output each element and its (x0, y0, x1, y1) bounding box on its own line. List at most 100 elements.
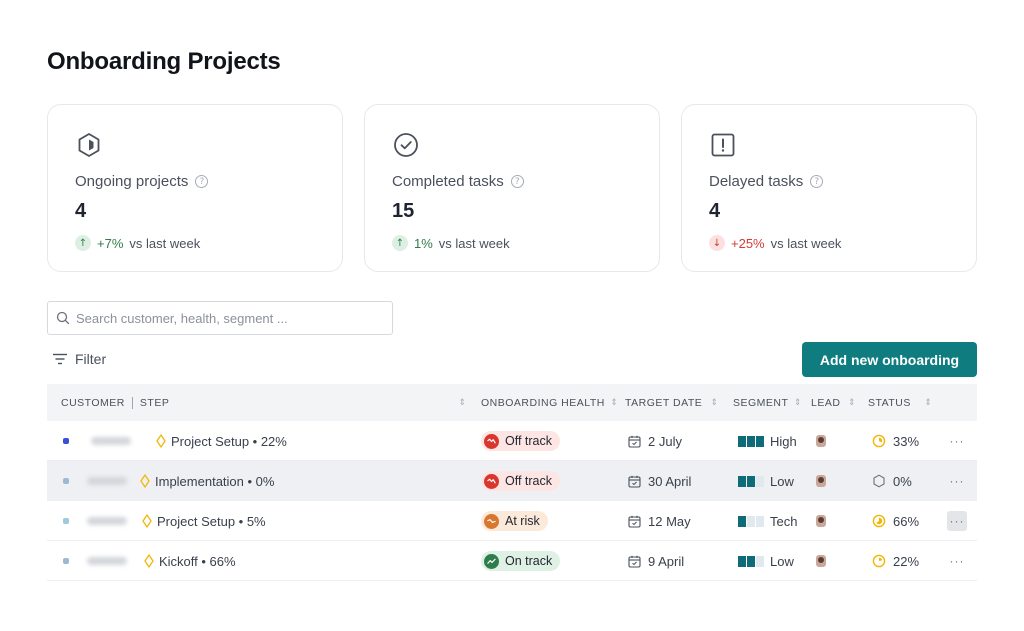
segment-bar (756, 476, 764, 487)
sort-icon[interactable]: ⇕ (848, 398, 855, 407)
segment-bar (747, 436, 755, 447)
customer-logo (63, 518, 69, 524)
delta-text: vs last week (129, 236, 200, 251)
card-value: 4 (709, 200, 949, 223)
card-label: Completed tasks (392, 173, 504, 190)
calendar-icon (628, 515, 641, 528)
trend-down-icon (484, 434, 499, 449)
segment-text: Low (770, 474, 794, 489)
filter-icon (53, 353, 67, 365)
status-text: 22% (893, 554, 919, 569)
step-text: Implementation • 0% (155, 474, 274, 489)
lead-avatar[interactable] (816, 475, 826, 487)
segment-indicator (738, 516, 764, 527)
more-options-icon[interactable]: ··· (947, 431, 967, 451)
help-icon[interactable]: ? (810, 175, 823, 188)
arrow-up-icon: ↑ (75, 235, 91, 251)
card-label: Delayed tasks (709, 173, 803, 190)
card-value: 15 (392, 200, 632, 223)
health-badge: At risk (481, 511, 548, 531)
health-badge: Off track (481, 431, 560, 451)
delta-text: vs last week (771, 236, 842, 251)
delta-percent: +25% (731, 236, 765, 251)
target-date: 30 April (648, 474, 691, 489)
segment-bar (738, 476, 746, 487)
sort-icon[interactable]: ⇕ (794, 398, 801, 407)
step-text: Project Setup • 5% (157, 514, 266, 529)
table-header: CUSTOMER STEP ⇕ ONBOARDING HEALTH ⇕ TARG… (47, 384, 977, 421)
step-text: Kickoff • 66% (159, 554, 236, 569)
sort-icon: ⇕ (459, 398, 466, 407)
help-icon[interactable]: ? (195, 175, 208, 188)
customer-name-redacted[interactable] (87, 517, 127, 525)
more-options-icon[interactable]: ··· (947, 511, 967, 531)
customer-name-redacted[interactable] (87, 557, 127, 565)
alert-square-icon (709, 131, 737, 159)
segment-bar (738, 516, 746, 527)
status-progress-icon (872, 554, 886, 568)
segment-indicator (738, 436, 764, 447)
status-empty-icon (872, 474, 886, 488)
search-box[interactable] (47, 301, 393, 335)
segment-bar (756, 556, 764, 567)
check-circle-icon (392, 131, 420, 159)
step-diamond-icon (142, 514, 152, 528)
filter-button[interactable]: Filter (53, 351, 106, 367)
segment-text: Low (770, 554, 794, 569)
segment-bar (738, 436, 746, 447)
segment-bar (738, 556, 746, 567)
status-progress-icon (872, 434, 886, 448)
status-text: 33% (893, 434, 919, 449)
customer-logo (63, 478, 69, 484)
arrow-down-icon: ↓ (709, 235, 725, 251)
header-step[interactable]: STEP (140, 397, 169, 409)
table-row[interactable]: Implementation • 0%Off track30 AprilLow0… (47, 461, 977, 501)
sort-icon: ⇕ (711, 398, 718, 407)
hexagon-icon (75, 131, 103, 159)
more-options-icon[interactable]: ··· (947, 551, 967, 571)
lead-avatar[interactable] (816, 555, 826, 567)
sort-target-date[interactable]: ⇕ (711, 384, 718, 421)
card-completed-tasks: Completed tasks ? 15 ↑ 1% vs last week (364, 104, 660, 272)
trend-down-icon (484, 474, 499, 489)
health-badge: Off track (481, 471, 560, 491)
sort-icon[interactable]: ⇕ (611, 398, 618, 407)
table-row[interactable]: Project Setup • 22%Off track2 JulyHigh33… (47, 421, 977, 461)
health-badge: On track (481, 551, 560, 571)
sort-icon[interactable]: ⇕ (925, 398, 932, 407)
card-ongoing-projects: Ongoing projects ? 4 ↑ +7% vs last week (47, 104, 343, 272)
help-icon[interactable]: ? (511, 175, 524, 188)
trend-flat-icon (484, 514, 499, 529)
segment-bar (747, 516, 755, 527)
header-lead[interactable]: LEAD (811, 397, 840, 409)
add-new-onboarding-button[interactable]: Add new onboarding (802, 342, 977, 377)
customer-name-redacted[interactable] (87, 477, 127, 485)
table-row[interactable]: Project Setup • 5%At risk12 MayTech66%··… (47, 501, 977, 541)
segment-indicator (738, 556, 764, 567)
header-customer[interactable]: CUSTOMER (61, 397, 125, 409)
lead-avatar[interactable] (816, 515, 826, 527)
segment-bar (756, 436, 764, 447)
calendar-icon (628, 475, 641, 488)
stats-cards: Ongoing projects ? 4 ↑ +7% vs last week … (47, 104, 977, 272)
health-text: At risk (505, 514, 540, 528)
table-row[interactable]: Kickoff • 66%On track9 AprilLow22%··· (47, 541, 977, 581)
step-diamond-icon (156, 434, 166, 448)
customer-logo (63, 558, 69, 564)
more-options-icon[interactable]: ··· (947, 471, 967, 491)
segment-text: High (770, 434, 797, 449)
header-segment[interactable]: SEGMENT (733, 397, 788, 409)
header-health[interactable]: ONBOARDING HEALTH (481, 397, 605, 409)
card-value: 4 (75, 200, 315, 223)
delta-text: vs last week (439, 236, 510, 251)
lead-avatar[interactable] (816, 435, 826, 447)
customer-name-redacted[interactable] (91, 437, 131, 445)
onboarding-table: CUSTOMER STEP ⇕ ONBOARDING HEALTH ⇕ TARG… (47, 384, 977, 581)
trend-up-icon (484, 554, 499, 569)
search-input[interactable] (76, 311, 376, 326)
calendar-icon (628, 555, 641, 568)
header-target-date[interactable]: TARGET DATE (625, 397, 702, 409)
sort-step[interactable]: ⇕ (459, 384, 466, 421)
search-icon (56, 311, 70, 325)
header-status[interactable]: STATUS (868, 397, 911, 409)
